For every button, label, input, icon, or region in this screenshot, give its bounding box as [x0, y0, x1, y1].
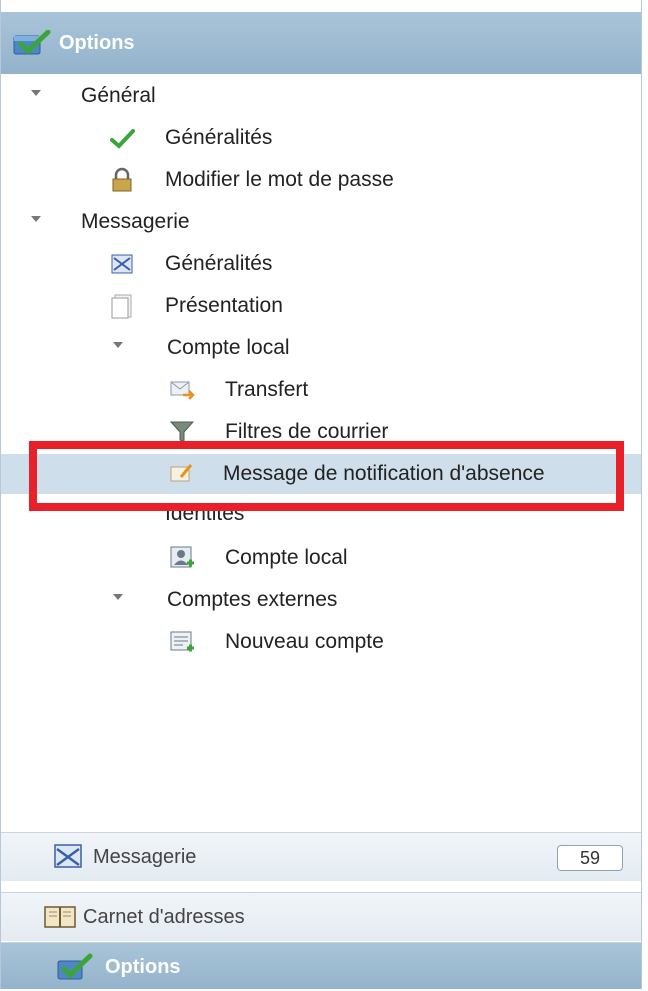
tree-item-general-settings[interactable]: Généralités [1, 118, 641, 158]
section-label: Messagerie [93, 845, 197, 868]
tree-item-label: Présentation [165, 294, 283, 317]
section-label: Carnet d'adresses [83, 905, 245, 928]
expand-arrow-icon[interactable] [113, 342, 123, 348]
tree-item-label: Messagerie [81, 210, 190, 233]
section-messagerie[interactable]: Messagerie 59 [1, 832, 641, 881]
options-check-icon [13, 30, 51, 56]
tree-item-label: Modifier le mot de passe [165, 168, 394, 191]
tree-item-transfert[interactable]: Transfert [1, 370, 641, 410]
mail-settings-icon [109, 251, 135, 277]
tree-item-label: Transfert [225, 378, 309, 401]
messagerie-icon [51, 841, 87, 871]
tree-item-local-account[interactable]: Compte local [1, 328, 641, 368]
header-title: Options [59, 31, 135, 54]
options-check-icon [57, 953, 93, 983]
tree-item-label: Comptes externes [167, 588, 338, 611]
section-carnet-adresses[interactable]: Carnet d'adresses [1, 892, 641, 941]
section-options[interactable]: Options [1, 942, 641, 989]
unread-count-badge: 59 [557, 845, 623, 871]
new-account-icon [169, 629, 195, 655]
section-label: Options [105, 955, 181, 978]
expand-arrow-icon[interactable] [113, 594, 123, 600]
tree-item-external-accounts[interactable]: Comptes externes [1, 580, 641, 620]
tree-item-presentation[interactable]: Présentation [1, 286, 641, 326]
document-icon [109, 293, 135, 319]
tree-item-change-password[interactable]: Modifier le mot de passe [1, 160, 641, 200]
tree-item-mail-general[interactable]: Généralités [1, 244, 641, 284]
tree-item-identity-local-account[interactable]: Compte local [1, 538, 641, 578]
tree-item-label: Généralités [165, 126, 273, 149]
highlight-annotation-box [29, 441, 624, 511]
address-book-icon [43, 902, 79, 932]
tree-item-label: Général [81, 84, 156, 107]
options-panel: Options Général Généralités Modifier le … [0, 0, 642, 989]
checkmark-icon [109, 125, 135, 151]
identity-icon [169, 545, 195, 571]
expand-arrow-icon[interactable] [31, 216, 41, 222]
tree-item-general[interactable]: Général [1, 76, 641, 116]
tree-item-label: Compte local [225, 546, 348, 569]
tree-item-label: Compte local [167, 336, 290, 359]
tree-item-label: Nouveau compte [225, 630, 384, 653]
tree-item-label: Généralités [165, 252, 273, 275]
lock-icon [109, 167, 135, 193]
tree-item-new-account[interactable]: Nouveau compte [1, 622, 641, 662]
options-header[interactable]: Options [1, 12, 641, 74]
tree-item-messagerie[interactable]: Messagerie [1, 202, 641, 242]
forward-mail-icon [169, 377, 195, 403]
expand-arrow-icon[interactable] [31, 90, 41, 96]
